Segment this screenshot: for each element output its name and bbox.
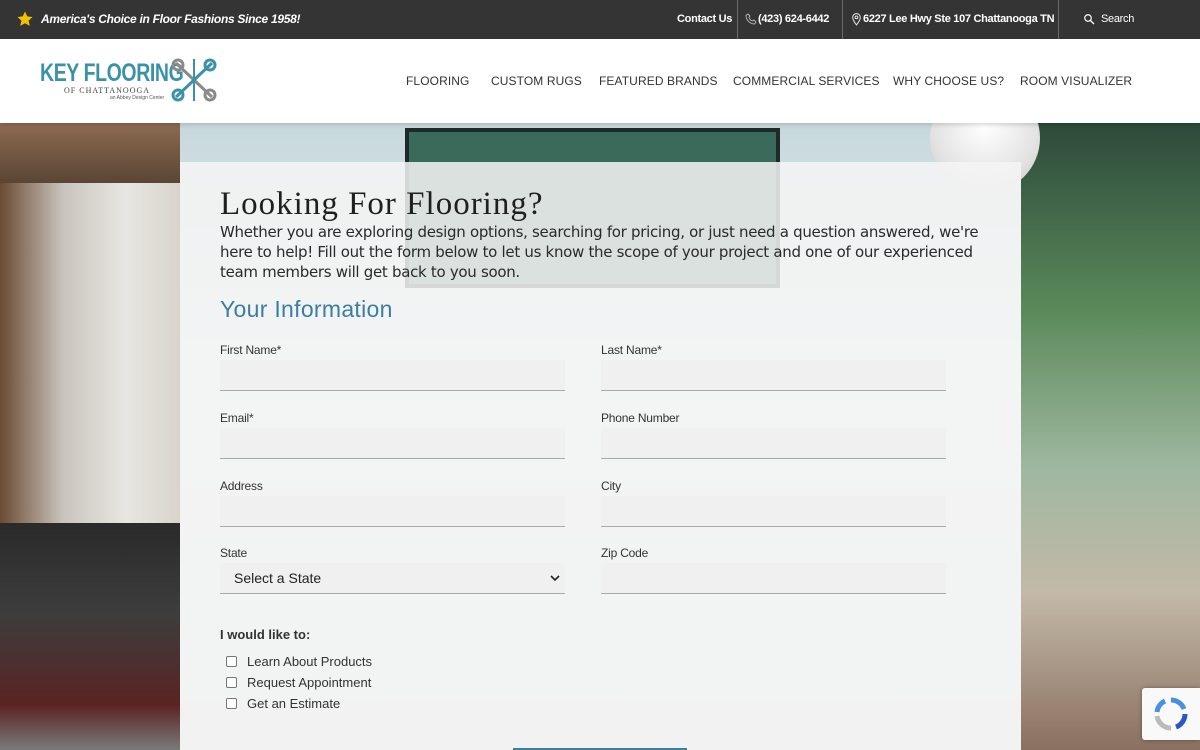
contact-us-link[interactable]: Contact Us bbox=[677, 0, 732, 39]
option-label: Get an Estimate bbox=[247, 696, 341, 711]
state-select[interactable]: Select a State bbox=[220, 563, 565, 594]
nav-why-choose-us[interactable]: WHY CHOOSE US? bbox=[893, 39, 1004, 123]
zip-field[interactable] bbox=[601, 563, 946, 594]
range-hood-image bbox=[0, 123, 180, 183]
city-field[interactable] bbox=[601, 496, 946, 527]
first-name-field[interactable] bbox=[220, 360, 565, 391]
zip-label: Zip Code bbox=[601, 546, 649, 560]
phone-link[interactable]: (423) 624-6442 bbox=[745, 0, 829, 39]
search-button[interactable]: Search bbox=[1083, 0, 1134, 39]
chevron-down-icon bbox=[550, 575, 560, 582]
checkbox[interactable] bbox=[226, 677, 237, 688]
last-name-field[interactable] bbox=[601, 360, 946, 391]
form-title: Looking For Flooring? bbox=[220, 186, 544, 222]
stove-image bbox=[0, 523, 180, 750]
address-link[interactable]: 6227 Lee Hwy Ste 107 Chattanooga TN bbox=[851, 0, 1055, 39]
logo-subtitle: OF CHATTANOOGA bbox=[64, 86, 151, 95]
phone-number: (423) 624-6442 bbox=[758, 13, 830, 25]
hero-background: Looking For Flooring? Whether you are ex… bbox=[0, 123, 1200, 750]
interest-label: I would like to: bbox=[220, 627, 311, 642]
state-label: State bbox=[220, 546, 248, 560]
email-label: Email* bbox=[220, 411, 254, 425]
contact-form-card: Looking For Flooring? Whether you are ex… bbox=[180, 162, 1021, 750]
recaptcha-badge[interactable] bbox=[1142, 688, 1200, 740]
search-icon bbox=[1084, 14, 1095, 25]
email-field[interactable] bbox=[220, 428, 565, 459]
address-field[interactable] bbox=[220, 496, 565, 527]
phone-label: Phone Number bbox=[601, 411, 680, 425]
divider bbox=[1058, 0, 1059, 39]
logo-emblem-icon bbox=[171, 58, 217, 102]
checkbox[interactable] bbox=[226, 698, 237, 709]
site-logo[interactable]: KEY FLOORING OF CHATTANOOGA an Abbey Des… bbox=[40, 57, 220, 105]
city-label: City bbox=[601, 479, 621, 493]
divider bbox=[737, 0, 738, 39]
address-text: 6227 Lee Hwy Ste 107 Chattanooga TN bbox=[863, 13, 1055, 25]
option-label: Learn About Products bbox=[247, 654, 373, 669]
star-icon bbox=[17, 11, 33, 26]
first-name-label: First Name* bbox=[220, 343, 282, 357]
nav-flooring[interactable]: FLOORING bbox=[406, 39, 469, 123]
option-learn-about-products[interactable]: Learn About Products bbox=[226, 654, 372, 669]
top-bar: America's Choice in Floor Fashions Since… bbox=[0, 0, 1200, 39]
search-label: Search bbox=[1101, 13, 1135, 25]
address-label: Address bbox=[220, 479, 263, 493]
last-name-label: Last Name* bbox=[601, 343, 662, 357]
garden-image bbox=[1021, 123, 1200, 750]
site-header: KEY FLOORING OF CHATTANOOGA an Abbey Des… bbox=[0, 39, 1200, 123]
nav-featured-brands[interactable]: FEATURED BRANDS bbox=[599, 39, 718, 123]
nav-commercial-services[interactable]: COMMERCIAL SERVICES bbox=[733, 39, 880, 123]
logo-wordmark: KEY FLOORING bbox=[40, 59, 184, 87]
recaptcha-icon bbox=[1154, 697, 1188, 731]
option-get-an-estimate[interactable]: Get an Estimate bbox=[226, 696, 340, 711]
tagline: America's Choice in Floor Fashions Since… bbox=[41, 12, 301, 26]
phone-icon bbox=[745, 13, 757, 25]
divider bbox=[842, 0, 843, 39]
logo-tagline: an Abbey Design Center bbox=[110, 95, 165, 101]
section-title: Your Information bbox=[220, 296, 393, 322]
checkbox[interactable] bbox=[226, 656, 237, 667]
option-request-appointment[interactable]: Request Appointment bbox=[226, 675, 371, 690]
nav-room-visualizer[interactable]: ROOM VISUALIZER bbox=[1020, 39, 1132, 123]
nav-custom-rugs[interactable]: CUSTOM RUGS bbox=[491, 39, 582, 123]
form-intro: Whether you are exploring design options… bbox=[220, 223, 979, 281]
state-select-value: Select a State bbox=[234, 570, 322, 586]
phone-field[interactable] bbox=[601, 428, 946, 459]
option-label: Request Appointment bbox=[247, 675, 372, 690]
map-pin-icon bbox=[852, 12, 861, 26]
